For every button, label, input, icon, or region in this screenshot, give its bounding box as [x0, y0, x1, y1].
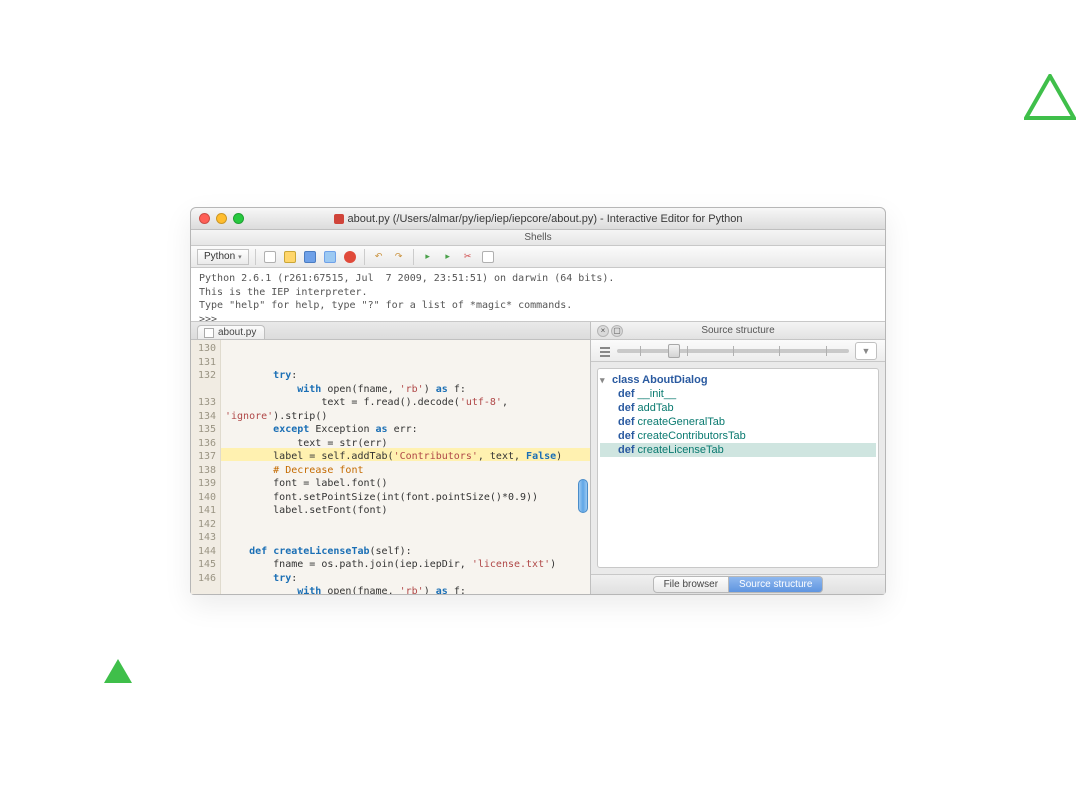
editor-tab-about[interactable]: about.py [197, 325, 265, 339]
save-file-button[interactable] [302, 249, 318, 265]
source-structure-toolbar: ▼ [591, 340, 885, 362]
save-all-button[interactable] [322, 249, 338, 265]
toolbar-separator [413, 249, 414, 265]
tree-def-item[interactable]: def createContributorsTab [600, 429, 876, 443]
open-file-button[interactable] [282, 249, 298, 265]
editor-pane: about.py 1301311321331341351361371381391… [191, 322, 591, 594]
undo-button[interactable]: ↶ [371, 249, 387, 265]
toolbar-separator [364, 249, 365, 265]
shells-label: Shells [191, 230, 885, 246]
scissors-icon: ✂ [464, 251, 472, 262]
app-icon [334, 214, 344, 224]
tree-def-item[interactable]: def __init__ [600, 387, 876, 401]
structure-tree[interactable]: class AboutDialogdef __init__def addTabd… [597, 368, 879, 568]
tree-def-item[interactable]: def createGeneralTab [600, 415, 876, 429]
tab-label: about.py [218, 327, 256, 338]
tools-button[interactable] [480, 249, 496, 265]
python-dropdown[interactable]: Python ▾ [197, 249, 249, 265]
source-structure-header: × ▢ Source structure [591, 322, 885, 340]
panel-undock-button[interactable]: ▢ [611, 325, 623, 337]
code-editor[interactable]: 1301311321331341351361371381391401411421… [191, 340, 590, 594]
depth-slider[interactable] [617, 349, 849, 353]
tab-file-browser[interactable]: File browser [653, 576, 729, 593]
panel-tabs: File browser Source structure [591, 574, 885, 594]
app-window: about.py (/Users/almar/py/iep/iep/iepcor… [190, 207, 886, 595]
triangle-solid-icon [104, 659, 132, 683]
filter-button[interactable]: ▼ [855, 342, 877, 360]
python-label: Python [204, 251, 235, 262]
window-title: about.py (/Users/almar/py/iep/iep/iepcor… [348, 213, 743, 225]
redo-icon: ↷ [395, 251, 403, 262]
traffic-lights [199, 213, 244, 224]
slider-knob[interactable] [668, 344, 680, 358]
minimize-window-button[interactable] [216, 213, 227, 224]
cut-button[interactable]: ✂ [460, 249, 476, 265]
code-lines[interactable]: try: with open(fname, 'rb') as f: text =… [221, 340, 590, 594]
play-icon: ▸ [445, 251, 450, 262]
run-button[interactable]: ▸ [420, 249, 436, 265]
source-structure-pane: × ▢ Source structure ▼ class AboutDial [591, 322, 885, 594]
tree-class-item[interactable]: class AboutDialog [600, 373, 876, 387]
play-icon: ▸ [425, 251, 430, 262]
zoom-window-button[interactable] [233, 213, 244, 224]
stop-button[interactable] [342, 249, 358, 265]
line-gutter: 1301311321331341351361371381391401411421… [191, 340, 221, 594]
source-structure-title: Source structure [701, 325, 774, 336]
chevron-down-icon: ▾ [238, 253, 242, 261]
toolbar-separator [255, 249, 256, 265]
outline-icon[interactable] [599, 345, 611, 357]
tab-source-structure[interactable]: Source structure [729, 576, 823, 593]
undo-icon: ↶ [375, 251, 383, 262]
close-window-button[interactable] [199, 213, 210, 224]
filter-icon: ▼ [862, 346, 871, 356]
shell-output[interactable]: Python 2.6.1 (r261:67515, Jul 7 2009, 23… [191, 268, 885, 322]
panel-close-button[interactable]: × [597, 325, 609, 337]
tree-def-item[interactable]: def addTab [600, 401, 876, 415]
titlebar: about.py (/Users/almar/py/iep/iep/iepcor… [191, 208, 885, 230]
editor-tabstrip: about.py [191, 322, 590, 340]
redo-button[interactable]: ↷ [391, 249, 407, 265]
run-cell-button[interactable]: ▸ [440, 249, 456, 265]
new-file-button[interactable] [262, 249, 278, 265]
toolbar: Python ▾ ↶ ↷ ▸ ▸ ✂ [191, 246, 885, 268]
main-split: about.py 1301311321331341351361371381391… [191, 322, 885, 594]
file-icon [204, 328, 214, 338]
tree-def-item[interactable]: def createLicenseTab [600, 443, 876, 457]
